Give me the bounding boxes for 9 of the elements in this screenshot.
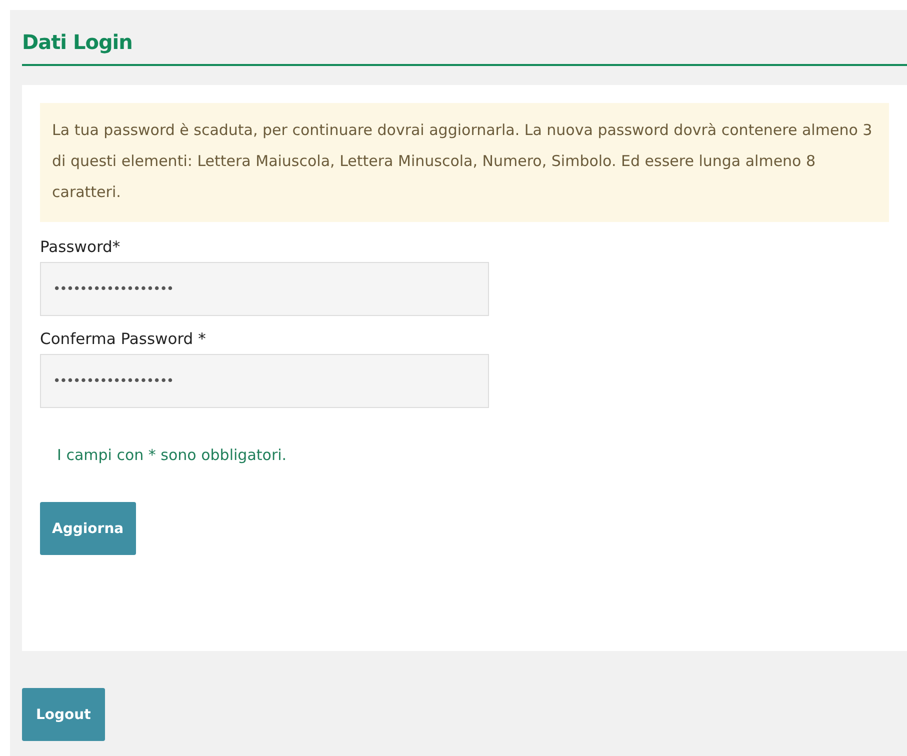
update-button[interactable]: Aggiorna [40, 502, 136, 555]
warning-text: La tua password è scaduta, per continuare dovrai aggiornarla. La nuova password dovrà contenere almeno 3 di questi elementi: Lettera Maiuscola, Lettera Minuscola, Numero, Simbolo. Ed essere lunga almeno 8 caratteri. [52, 120, 874, 203]
field-label: Conferma Password * [40, 330, 207, 348]
required-note: I campi con * sono obbligatori. [57, 446, 288, 464]
password-field[interactable]: •••••••••••••••••• [40, 262, 489, 316]
field-label: Password* [40, 238, 122, 256]
logout-button[interactable]: Logout [22, 688, 105, 741]
password-field[interactable]: •••••••••••••••••• [40, 354, 489, 408]
section-title: Dati Login [22, 10, 907, 66]
